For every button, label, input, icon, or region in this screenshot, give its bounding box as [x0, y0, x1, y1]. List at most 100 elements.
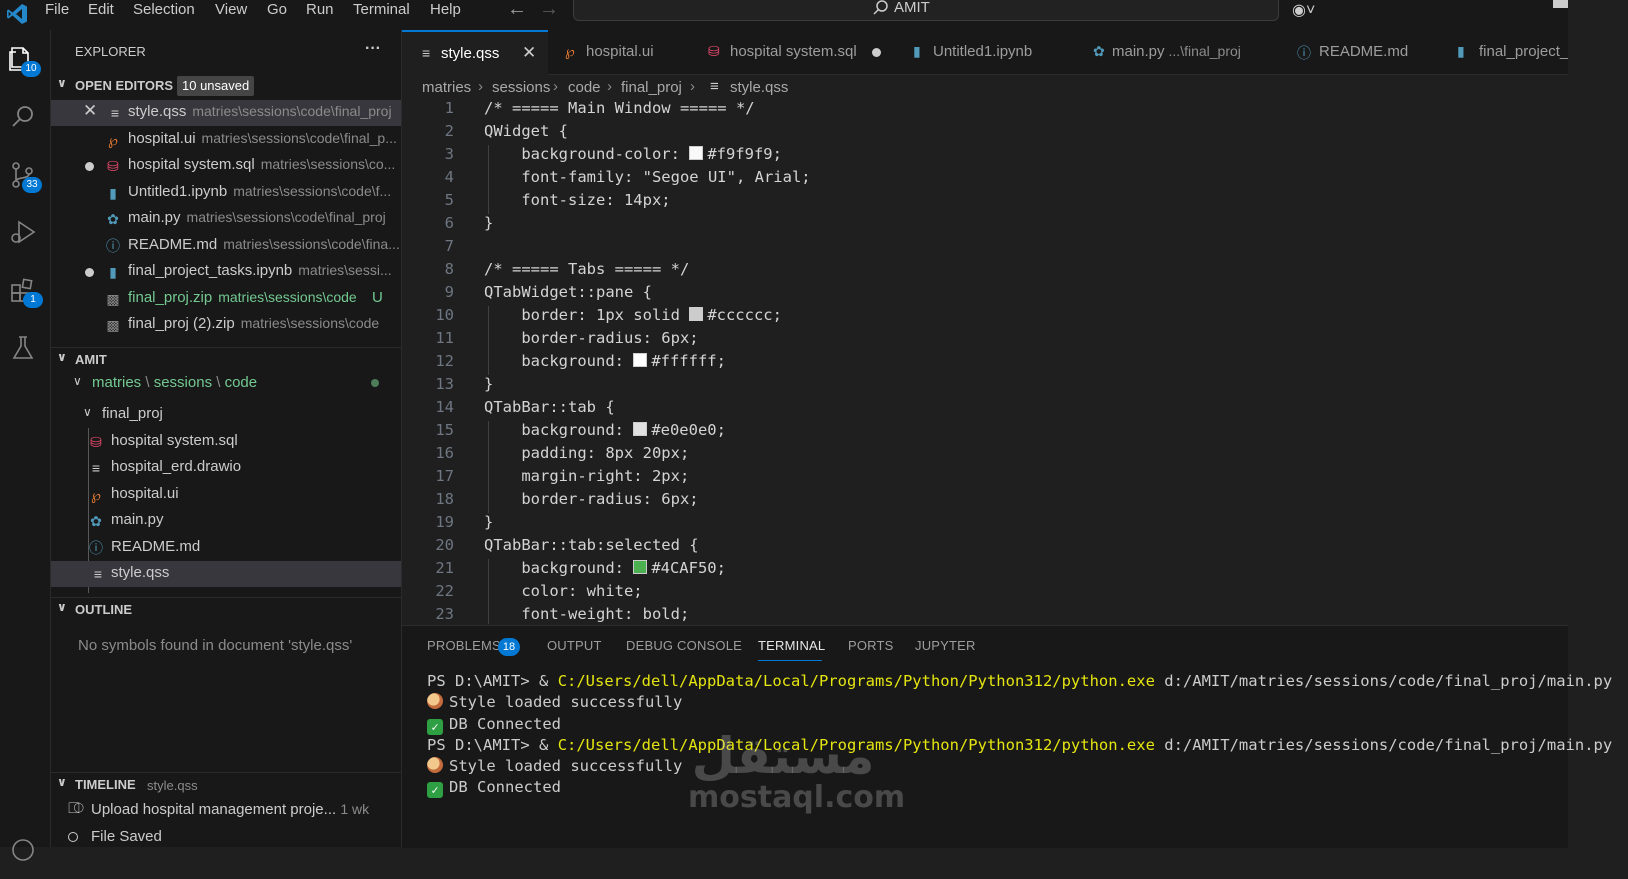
code-line: 10 border: 1px solid #cccccc; — [402, 306, 1568, 329]
extensions-icon[interactable]: 1 — [8, 276, 43, 308]
open-editors-label: OPEN EDITORS — [75, 78, 174, 93]
open-editor-item[interactable]: ℘ hospital.ui matries\sessions\code\final… — [51, 127, 401, 153]
code-line: 21 background: #4CAF50; — [402, 559, 1568, 582]
open-editors-header[interactable]: ∨ OPEN EDITORS 10 unsaved — [51, 76, 401, 98]
notebook-icon: ▮ — [913, 43, 921, 59]
menu-go[interactable]: Go — [267, 1, 287, 21]
file-row[interactable]: ℘ hospital.ui — [51, 482, 401, 508]
open-editor-item[interactable]: ▮ Untitled1.ipynb matries\sessions\code\f… — [51, 180, 401, 206]
color-swatch[interactable] — [689, 307, 704, 321]
file-row[interactable]: ⓘ README.md — [51, 535, 401, 561]
tab-problems[interactable]: PROBLEMS — [427, 638, 501, 653]
explorer-badge: 10 — [21, 61, 41, 77]
search-icon[interactable] — [8, 102, 38, 132]
color-swatch[interactable] — [633, 353, 648, 367]
code-line: 5 font-size: 14px; — [402, 191, 1568, 214]
run-debug-icon[interactable] — [8, 217, 38, 247]
file-row[interactable]: ✿ main.py — [51, 508, 401, 534]
line-number: 6 — [444, 214, 454, 232]
text-file-icon: ≡ — [91, 460, 101, 476]
menu-selection[interactable]: Selection — [133, 1, 195, 21]
tab-output[interactable]: OUTPUT — [547, 638, 602, 653]
open-editor-item[interactable]: ▮ final_project_tasks.ipynb matries\sessi… — [51, 259, 401, 285]
code-line: 7 — [402, 237, 1568, 260]
folder-segment: code — [224, 374, 258, 391]
copilot-icon[interactable]: ◉˅ — [1292, 0, 1315, 20]
tab-debug-console[interactable]: DEBUG CONSOLE — [626, 638, 742, 653]
tab-hospital-sql[interactable]: ⛁ hospital system.sql — [692, 30, 898, 74]
tab-untitled1[interactable]: ▮ Untitled1.ipynb — [897, 30, 1078, 74]
folder-row[interactable]: ∨ final_proj — [51, 402, 401, 428]
menu-help[interactable]: Help — [430, 1, 461, 21]
file-name: Untitled1.ipynb — [128, 183, 228, 200]
menu-view[interactable]: View — [215, 1, 247, 21]
file-row[interactable]: ≡ style.qss — [51, 561, 401, 587]
chevron-right-icon: › — [690, 78, 695, 95]
menu-edit[interactable]: Edit — [88, 1, 114, 21]
testing-flask-icon[interactable] — [8, 333, 38, 363]
breadcrumb-item[interactable]: sessions — [492, 79, 550, 96]
active-tab-indicator — [758, 660, 822, 661]
open-editor-item[interactable]: ✕ ≡ style.qss matries\sessions\code\final… — [51, 100, 401, 126]
back-arrow-icon[interactable]: ← — [507, 0, 527, 21]
database-icon: ⛁ — [107, 158, 119, 174]
explorer-icon[interactable]: 10 — [6, 44, 41, 77]
tab-style-qss[interactable]: ≡ style.qss ✕ — [402, 30, 549, 76]
timeline-item[interactable]: File Saved — [51, 825, 401, 851]
open-editor-item[interactable]: ▩ final_proj (2).zip matries\sessions\cod… — [51, 312, 401, 338]
unsaved-dot-icon — [85, 162, 94, 171]
command-center-search[interactable]: AMIT — [573, 0, 1279, 21]
tab-ports[interactable]: PORTS — [848, 638, 894, 653]
indent-guide — [488, 145, 489, 168]
more-actions-button[interactable]: ··· — [365, 40, 381, 58]
tab-main-py[interactable]: ✿ main.py ...\final_proj — [1077, 30, 1282, 74]
code-text: font-size: 14px; — [484, 191, 671, 209]
open-editor-item[interactable]: ⓘ README.md matries\sessions\code\fina... — [51, 233, 401, 259]
extensions-badge: 1 — [23, 292, 43, 308]
breadcrumb-item[interactable]: code — [568, 79, 601, 96]
file-row[interactable]: ≡ hospital_erd.drawio — [51, 455, 401, 481]
tab-terminal[interactable]: TERMINAL — [758, 638, 825, 653]
color-swatch[interactable] — [689, 146, 704, 160]
menu-run[interactable]: Run — [306, 1, 334, 21]
outline-header[interactable]: ∨ OUTLINE — [51, 597, 401, 620]
tab-final-project[interactable]: ▮ final_project_ — [1441, 30, 1568, 74]
tab-label: Untitled1.ipynb — [933, 43, 1033, 60]
close-icon[interactable]: ✕ — [522, 43, 536, 63]
folder-row[interactable]: ∨ matries \ sessions \ code — [51, 371, 401, 397]
open-editor-item[interactable]: ▩ final_proj.zip matries\sessions\code U — [51, 286, 401, 312]
terminal-output[interactable]: PS D:\AMIT> & C:/Users/dell/AppData/Loca… — [427, 672, 1612, 800]
breadcrumb-item[interactable]: matries — [422, 79, 471, 96]
code-text: font-weight: bold; — [484, 605, 690, 623]
unsaved-dot-icon[interactable] — [872, 48, 881, 57]
open-editor-item[interactable]: ✿ main.py matries\sessions\code\final_pro… — [51, 206, 401, 232]
file-row[interactable]: ⛁ hospital system.sql — [51, 429, 401, 455]
menu-terminal[interactable]: Terminal — [353, 1, 410, 21]
open-editor-item[interactable]: ⛁ hospital system.sql matries\sessions\co… — [51, 153, 401, 179]
tab-readme[interactable]: ⓘ README.md — [1281, 30, 1442, 74]
code-text: QTabBar::tab:selected { — [484, 536, 699, 554]
tab-jupyter[interactable]: JUPYTER — [915, 638, 976, 653]
vscode-logo-icon — [7, 4, 27, 24]
tab-hospital-ui[interactable]: ℘ hospital.ui — [548, 30, 693, 74]
color-swatch[interactable] — [633, 422, 648, 436]
terminal-output-line: ✓ DB Connected — [427, 715, 1612, 736]
breadcrumb-item[interactable]: final_proj — [621, 79, 682, 96]
workspace-header[interactable]: ∨ AMIT — [51, 347, 401, 370]
forward-arrow-icon[interactable]: → — [539, 0, 559, 21]
source-control-icon[interactable]: 33 — [8, 160, 42, 193]
timeline-item[interactable]: ⎄ Upload hospital management proje... 1 … — [51, 798, 401, 824]
notebook-icon: ▮ — [109, 264, 117, 280]
menu-file[interactable]: File — [45, 1, 69, 21]
rss-file-icon: ℘ — [565, 43, 575, 59]
window-control-icon[interactable] — [1553, 0, 1568, 8]
close-icon[interactable]: ✕ — [83, 101, 97, 121]
breadcrumb-item[interactable]: style.qss — [730, 79, 788, 96]
timeline-header[interactable]: ∨ TIMELINE style.qss — [51, 772, 401, 795]
accounts-icon[interactable] — [8, 835, 38, 865]
python-icon: ✿ — [1093, 43, 1105, 59]
code-editor[interactable]: 1 /* ===== Main Window ===== */ 2 QWidget {… — [402, 99, 1568, 624]
sidebar-title: EXPLORER — [75, 44, 146, 59]
color-swatch[interactable] — [633, 560, 648, 574]
terminal-output-line: ✓ DB Connected — [427, 778, 1612, 799]
